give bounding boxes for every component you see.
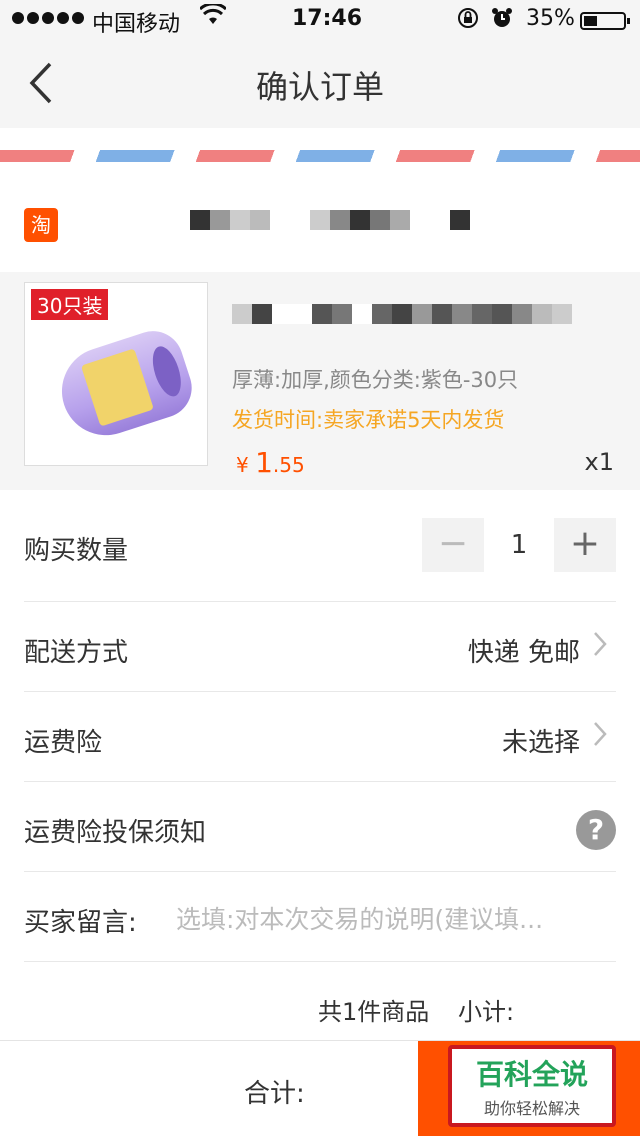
nav-bar: 确认订单 [0, 40, 640, 128]
battery-icon [580, 12, 630, 30]
insurance-label: 运费险 [24, 728, 103, 758]
shipping-insurance-row[interactable]: 运费险 未选择 [24, 692, 616, 782]
shipping-promise: 发货时间:卖家承诺5天内发货 [232, 408, 505, 432]
buyer-message-input[interactable]: 选填:对本次交易的说明(建议填... [176, 900, 600, 936]
alarm-icon [490, 6, 514, 35]
price-symbol: ¥ [236, 453, 249, 477]
chevron-right-icon [592, 720, 608, 756]
insurance-notice-label: 运费险投保须知 [24, 818, 207, 848]
subtotal-label: 小计: [458, 998, 515, 1026]
checkout-footer: 合计: 百科全说 助你轻松解决 [0, 1040, 640, 1136]
item-count: 共1件商品 [318, 998, 430, 1026]
delivery-row[interactable]: 配送方式 快递 免邮 [24, 602, 616, 692]
product-title-pixelated [232, 292, 612, 336]
insurance-value: 未选择 [501, 728, 580, 758]
shop-name-pixelated [190, 210, 470, 230]
price-integer: 1 [255, 446, 273, 479]
battery-percent: 35% [526, 6, 575, 31]
shop-header[interactable]: 淘 [0, 182, 640, 272]
battery-level [584, 16, 597, 26]
delivery-value: 快递 免邮 [467, 638, 580, 668]
product-sku: 厚薄:加厚,颜色分类:紫色-30只 [232, 368, 519, 392]
wifi-icon [198, 2, 228, 31]
price-decimal: .55 [272, 453, 305, 477]
item-quantity: x1 [584, 448, 614, 476]
quantity-increase-button[interactable]: + [554, 518, 616, 572]
insurance-notice-row: 运费险投保须知 [24, 782, 616, 872]
watermark-subtitle: 助你轻松解决 [483, 1099, 580, 1118]
address-divider [0, 128, 640, 180]
subtotal-row: 共1件商品 小计: [0, 964, 640, 1038]
product-price: ¥ 1.55 [236, 446, 305, 479]
airmail-stripe [0, 150, 640, 162]
garbage-bag-roll-image [50, 323, 200, 447]
quantity-label: 购买数量 [24, 536, 129, 566]
status-bar: 中国移动 17:46 35% [0, 0, 640, 40]
thumb-badge: 30只装 [31, 289, 109, 320]
baike-watermark-logo: 百科全说 助你轻松解决 [448, 1045, 616, 1127]
status-time: 17:46 [292, 6, 363, 31]
quantity-value[interactable]: 1 [486, 518, 552, 572]
signal-dots-icon [12, 12, 84, 24]
quantity-decrease-button[interactable]: − [422, 518, 484, 572]
chevron-right-icon [592, 630, 608, 666]
watermark-title: 百科全说 [475, 1058, 588, 1091]
help-icon[interactable]: ? [576, 810, 616, 850]
delivery-label: 配送方式 [24, 638, 129, 668]
order-item[interactable]: 30只装 厚薄:加厚,颜色分类:紫色-30只 发货时间:卖家承诺5天内发货 ¥ … [0, 272, 640, 490]
product-thumbnail: 30只装 [24, 282, 208, 466]
carrier-name: 中国移动 [92, 12, 181, 37]
buyer-message-label: 买家留言: [24, 908, 137, 938]
total-label: 合计: [244, 1079, 305, 1109]
rotation-lock-icon [456, 6, 480, 35]
taobao-shop-icon: 淘 [24, 208, 58, 242]
page-title: 确认订单 [255, 68, 384, 106]
